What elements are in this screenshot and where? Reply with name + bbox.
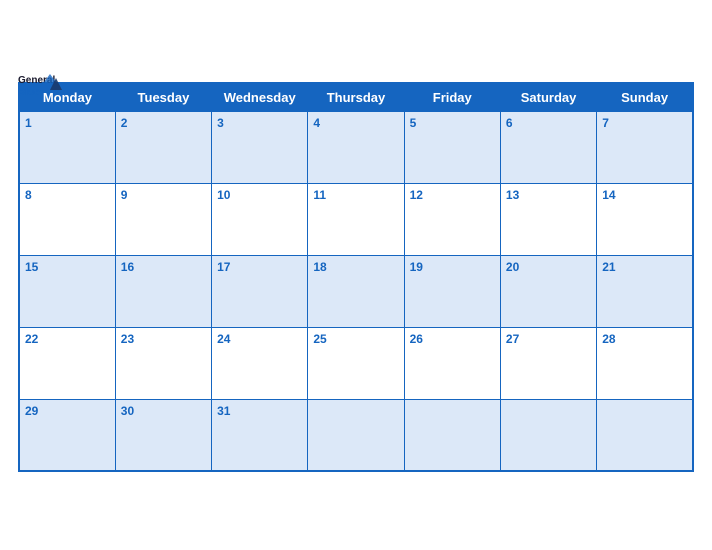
calendar-day-cell: 11: [308, 183, 404, 255]
calendar-day-cell: 8: [19, 183, 115, 255]
calendar-day-cell: 29: [19, 399, 115, 471]
calendar-day-cell: 19: [404, 255, 500, 327]
calendar-week-row: 1234567: [19, 111, 693, 183]
calendar-week-row: 22232425262728: [19, 327, 693, 399]
logo-area: General Blue: [18, 70, 62, 100]
weekday-header-row: Monday Tuesday Wednesday Thursday Friday…: [19, 83, 693, 112]
col-saturday: Saturday: [500, 83, 596, 112]
calendar-day-cell: 9: [115, 183, 211, 255]
calendar-day-cell: 23: [115, 327, 211, 399]
calendar-header: General Blue: [18, 70, 694, 76]
calendar-day-cell: 16: [115, 255, 211, 327]
calendar-day-cell: 5: [404, 111, 500, 183]
calendar-table: Monday Tuesday Wednesday Thursday Friday…: [18, 82, 694, 473]
col-thursday: Thursday: [308, 83, 404, 112]
calendar-day-cell: 6: [500, 111, 596, 183]
calendar-day-cell: 13: [500, 183, 596, 255]
calendar-day-cell: 25: [308, 327, 404, 399]
calendar-day-cell: 22: [19, 327, 115, 399]
calendar-day-cell: 4: [308, 111, 404, 183]
col-sunday: Sunday: [597, 83, 693, 112]
calendar-day-cell: [500, 399, 596, 471]
calendar-day-cell: 12: [404, 183, 500, 255]
calendar-day-cell: 30: [115, 399, 211, 471]
svg-text:Blue: Blue: [18, 87, 40, 98]
calendar-week-row: 891011121314: [19, 183, 693, 255]
calendar-day-cell: 2: [115, 111, 211, 183]
calendar-day-cell: 26: [404, 327, 500, 399]
calendar-day-cell: 3: [212, 111, 308, 183]
calendar-day-cell: 10: [212, 183, 308, 255]
calendar-day-cell: [308, 399, 404, 471]
calendar-week-row: 15161718192021: [19, 255, 693, 327]
calendar-day-cell: 15: [19, 255, 115, 327]
calendar-day-cell: 17: [212, 255, 308, 327]
col-friday: Friday: [404, 83, 500, 112]
calendar-day-cell: [404, 399, 500, 471]
calendar-day-cell: 24: [212, 327, 308, 399]
calendar-day-cell: 28: [597, 327, 693, 399]
calendar-day-cell: 20: [500, 255, 596, 327]
calendar-day-cell: 21: [597, 255, 693, 327]
calendar-week-row: 293031: [19, 399, 693, 471]
calendar-day-cell: 7: [597, 111, 693, 183]
col-tuesday: Tuesday: [115, 83, 211, 112]
logo-icon: General Blue: [18, 70, 62, 100]
calendar-day-cell: 31: [212, 399, 308, 471]
calendar-day-cell: 27: [500, 327, 596, 399]
calendar-day-cell: [597, 399, 693, 471]
calendar-day-cell: 18: [308, 255, 404, 327]
col-wednesday: Wednesday: [212, 83, 308, 112]
calendar-body: 1234567891011121314151617181920212223242…: [19, 111, 693, 471]
calendar-day-cell: 14: [597, 183, 693, 255]
calendar-day-cell: 1: [19, 111, 115, 183]
calendar-container: General Blue Monday Tuesday Wednesday Th…: [0, 60, 712, 491]
